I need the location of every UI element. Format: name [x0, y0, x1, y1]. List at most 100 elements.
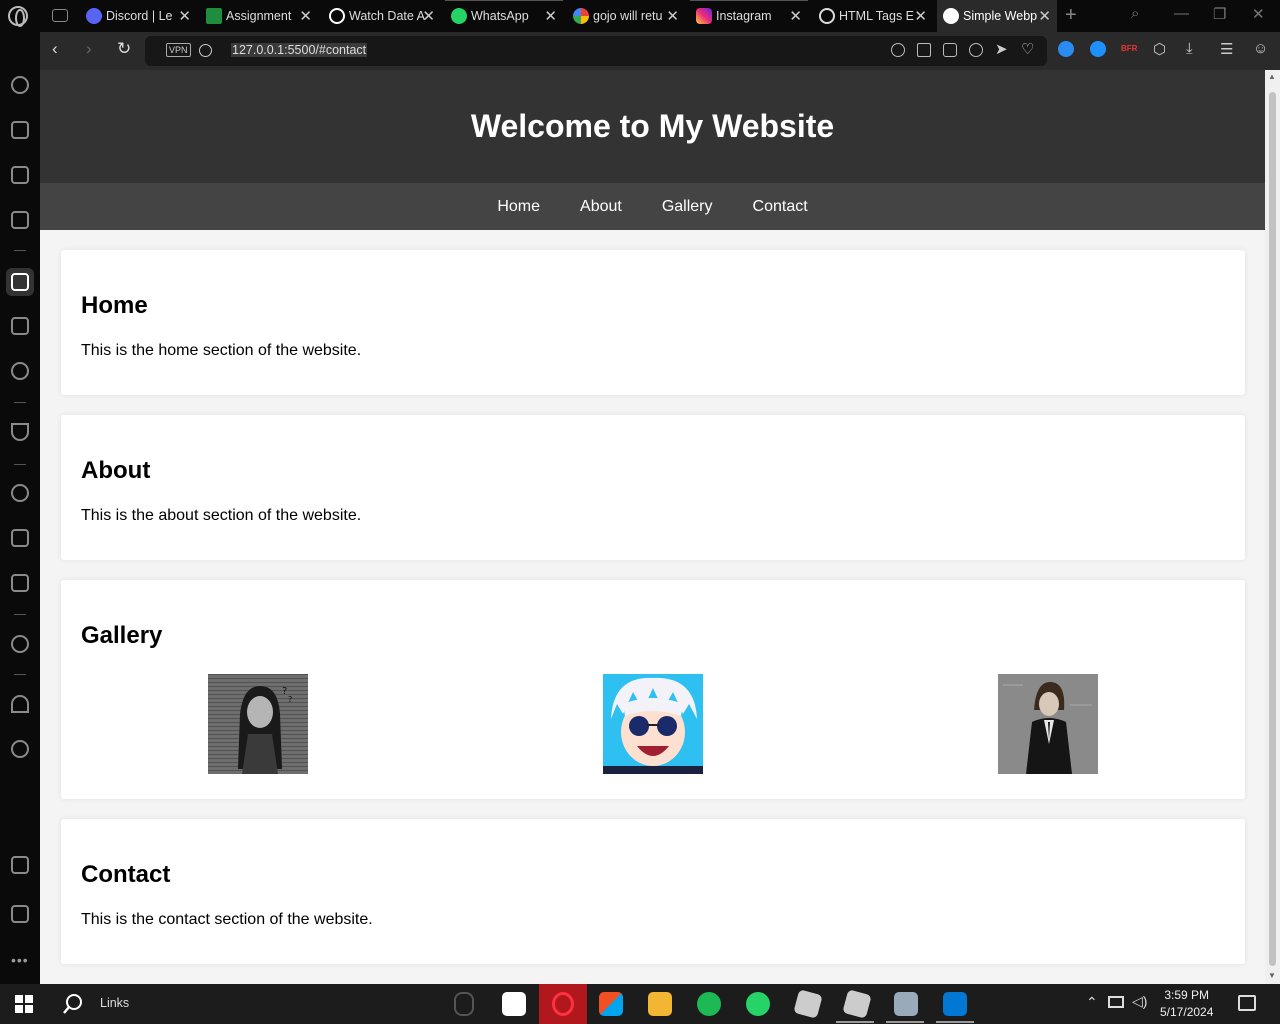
- bfr-extension-icon[interactable]: BFR: [1121, 44, 1137, 53]
- tab-assignment[interactable]: Assignment ✕: [200, 0, 318, 32]
- nav-link-contact[interactable]: Contact: [733, 198, 828, 216]
- crypto-wallet-icon[interactable]: [11, 121, 29, 139]
- close-tab-icon[interactable]: ✕: [666, 7, 679, 25]
- snap-icon[interactable]: [11, 856, 29, 874]
- opera-gx-taskbar-active[interactable]: [539, 984, 587, 1024]
- windows-start-icon[interactable]: [15, 995, 33, 1013]
- file-explorer-icon[interactable]: [648, 992, 672, 1016]
- roblox-studio-icon[interactable]: [842, 989, 872, 1019]
- nav-link-home[interactable]: Home: [477, 198, 560, 216]
- twitch-icon[interactable]: [11, 166, 29, 184]
- close-tab-icon[interactable]: ✕: [299, 7, 312, 25]
- taskbar-search-label[interactable]: Links: [100, 996, 129, 1010]
- emoji-icon[interactable]: [891, 43, 905, 57]
- scroll-down-icon[interactable]: ▼: [1268, 971, 1276, 980]
- opera-gx-icon: [552, 992, 574, 1016]
- download-icon[interactable]: ⤓: [1186, 40, 1193, 57]
- reload-button[interactable]: ↻: [117, 39, 131, 59]
- capcut-icon[interactable]: [502, 992, 526, 1016]
- close-tab-icon[interactable]: ✕: [1038, 7, 1051, 25]
- history-icon[interactable]: [11, 740, 29, 758]
- close-tab-icon[interactable]: ✕: [544, 7, 557, 25]
- search-icon[interactable]: [62, 993, 84, 1015]
- minimize-button[interactable]: —: [1174, 5, 1189, 22]
- bookmarks-heart-icon[interactable]: [11, 695, 29, 713]
- opera-logo-icon[interactable]: [8, 6, 28, 27]
- restore-button[interactable]: ❐: [1213, 5, 1226, 23]
- tab-search-icon[interactable]: ⌕: [1131, 5, 1139, 22]
- player-extension-icon[interactable]: [1090, 41, 1106, 57]
- scrollbar-thumb[interactable]: [1269, 92, 1276, 966]
- bookmark-heart-icon[interactable]: ♡: [1021, 40, 1034, 58]
- emoji-sidebar-icon[interactable]: [11, 362, 29, 380]
- gx-games-icon[interactable]: [11, 317, 29, 335]
- easy-setup-icon[interactable]: ☰: [1220, 40, 1233, 58]
- vscode-icon[interactable]: [943, 992, 967, 1016]
- home-icon[interactable]: [11, 273, 29, 291]
- section-text-about: This is the about section of the website…: [81, 507, 362, 524]
- tab-bar: Discord | Le ✕ Assignment ✕ Watch Date A…: [0, 0, 1280, 32]
- roblox-icon[interactable]: [793, 989, 823, 1019]
- network-icon[interactable]: [1108, 996, 1124, 1008]
- taskbar-clock[interactable]: 3:59 PM 5/17/2024: [1160, 987, 1213, 1021]
- forward-button[interactable]: ›: [86, 39, 92, 59]
- whatsapp-icon: [451, 8, 467, 24]
- send-icon[interactable]: ➤: [995, 40, 1008, 58]
- edit-icon[interactable]: [917, 43, 931, 57]
- nav-link-about[interactable]: About: [560, 198, 642, 216]
- tab-html-tags[interactable]: HTML Tags E ✕: [813, 0, 933, 32]
- aria-ai-icon[interactable]: [11, 211, 29, 229]
- notification-icon[interactable]: [1238, 995, 1256, 1011]
- workspaces-icon[interactable]: [52, 9, 68, 22]
- close-tab-icon[interactable]: ✕: [422, 7, 435, 25]
- close-window-button[interactable]: ✕: [1252, 5, 1265, 23]
- section-text-contact: This is the contact section of the websi…: [81, 911, 373, 928]
- site-info-icon[interactable]: [199, 44, 212, 57]
- whatsapp-sidebar-icon[interactable]: [11, 484, 29, 502]
- tab-google-search[interactable]: gojo will retu ✕: [567, 0, 685, 32]
- profile-icon[interactable]: ☺: [1253, 40, 1268, 57]
- vpn-badge[interactable]: VPN: [166, 43, 191, 57]
- close-tab-icon[interactable]: ✕: [178, 7, 191, 25]
- tab-discord[interactable]: Discord | Le ✕: [80, 0, 197, 32]
- ad-block-icon[interactable]: [969, 43, 983, 57]
- address-bar[interactable]: VPN 127.0.0.1:5500/#contact ➤ ♡: [145, 36, 1047, 66]
- nav-link-gallery[interactable]: Gallery: [642, 198, 733, 216]
- tab-whatsapp[interactable]: WhatsApp ✕: [445, 0, 563, 32]
- contact-section: Contact This is the contact section of t…: [61, 819, 1245, 964]
- new-tab-button[interactable]: +: [1065, 4, 1077, 27]
- page-scrollbar[interactable]: ▲ ▼: [1265, 70, 1280, 984]
- spotify-icon[interactable]: [697, 992, 721, 1016]
- extensions-cube-icon[interactable]: ⬡: [1153, 40, 1166, 58]
- discord-sidebar-icon[interactable]: [11, 574, 29, 592]
- close-tab-icon[interactable]: ✕: [789, 7, 802, 25]
- photos-icon[interactable]: [894, 992, 918, 1016]
- tab-simple-webpage[interactable]: Simple Webp ✕: [937, 0, 1057, 32]
- instagram-sidebar-icon[interactable]: [11, 529, 29, 547]
- opera-sidebar: •••: [0, 32, 40, 984]
- microsoft-store-icon[interactable]: [599, 992, 623, 1016]
- discord-icon: [86, 8, 102, 24]
- mouse-app-icon[interactable]: [454, 992, 474, 1016]
- speed-dial-icon[interactable]: [11, 76, 29, 94]
- url-text[interactable]: 127.0.0.1:5500/#contact: [231, 43, 368, 57]
- whatsapp-taskbar-icon[interactable]: [746, 992, 770, 1016]
- gallery-sidebar-icon[interactable]: [11, 905, 29, 923]
- globe-icon: [943, 8, 959, 24]
- snapshot-icon[interactable]: [943, 43, 957, 57]
- about-section: About This is the about section of the w…: [61, 415, 1245, 560]
- gallery-row: ? ?: [61, 674, 1245, 774]
- aria-icon[interactable]: [11, 423, 29, 441]
- scroll-up-icon[interactable]: ▲: [1268, 72, 1276, 81]
- back-button[interactable]: ‹: [52, 39, 58, 59]
- close-tab-icon[interactable]: ✕: [914, 7, 927, 25]
- volume-icon[interactable]: ◁): [1132, 993, 1147, 1010]
- more-options-icon[interactable]: •••: [11, 952, 29, 968]
- tab-instagram[interactable]: Instagram ✕: [690, 0, 808, 32]
- player-sidebar-icon[interactable]: [11, 635, 29, 653]
- shazam-extension-icon[interactable]: [1058, 41, 1074, 57]
- tab-watch-date[interactable]: Watch Date A ✕: [323, 0, 441, 32]
- classroom-icon: [206, 8, 222, 24]
- chevron-up-icon[interactable]: ⌃: [1086, 994, 1098, 1011]
- page-viewport: Welcome to My Website Home About Gallery…: [40, 70, 1265, 984]
